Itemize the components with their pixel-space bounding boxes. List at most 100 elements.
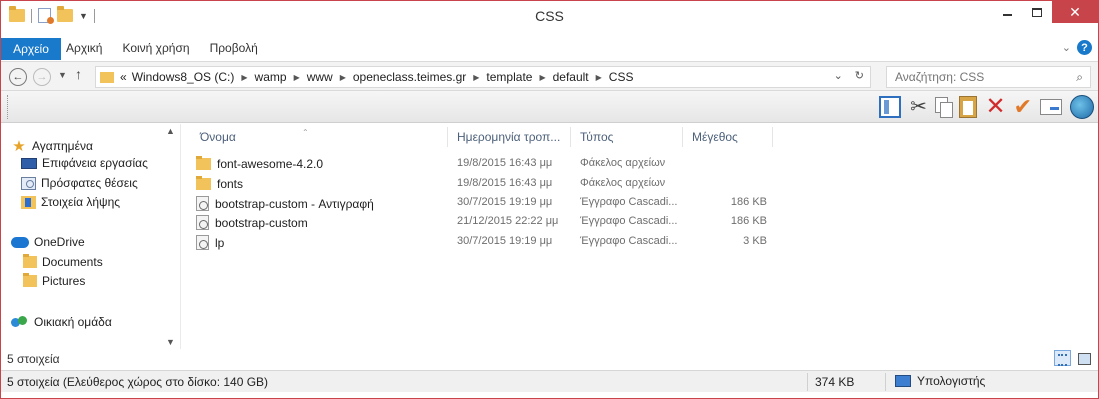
file-row[interactable]: bootstrap-custom - Αντιγραφή 30/7/2015 1… <box>196 193 796 212</box>
chevron-right-icon[interactable]: ▶ <box>241 73 247 82</box>
forward-button[interactable]: → <box>33 68 51 86</box>
sidebar-item-pictures[interactable]: Pictures <box>23 273 85 288</box>
breadcrumb-item[interactable]: openeclass.teimes.gr <box>353 70 466 84</box>
breadcrumb-item[interactable]: www <box>307 70 333 84</box>
address-bar[interactable]: « Windows8_OS (C:) ▶ wamp ▶ www ▶ openec… <box>95 66 871 88</box>
layout-pane-icon[interactable] <box>879 95 902 118</box>
window-title: CSS <box>535 8 564 24</box>
file-date: 30/7/2015 19:19 μμ <box>457 235 553 247</box>
back-button[interactable]: ← <box>9 68 27 86</box>
large-icons-view-icon[interactable] <box>1075 350 1092 366</box>
maximize-button[interactable] <box>1022 1 1052 23</box>
status-bar: 5 στοιχεία (Ελεύθερος χώρος στο δίσκο: 1… <box>1 370 1098 392</box>
column-header-type[interactable]: Τύπος <box>580 130 613 144</box>
file-size: 186 KB <box>730 215 767 227</box>
address-dropdown-icon[interactable]: ⌄ <box>834 69 843 82</box>
sidebar-item-label: OneDrive <box>34 235 85 249</box>
file-name-cell: font-awesome-4.2.0 <box>196 156 323 171</box>
breadcrumb-item[interactable]: wamp <box>255 70 287 84</box>
status-free-space: 5 στοιχεία (Ελεύθερος χώρος στο δίσκο: 1… <box>7 375 269 389</box>
sidebar-item-label: Οικιακή ομάδα <box>34 315 112 329</box>
tab-file[interactable]: Αρχείο <box>1 38 61 60</box>
sidebar-item-favorites[interactable]: ★ Αγαπημένα <box>11 137 93 155</box>
refresh-icon[interactable]: ↻ <box>855 69 864 82</box>
css-file-icon <box>196 215 209 230</box>
folder-icon <box>196 176 211 190</box>
column-header-size[interactable]: Μέγεθος <box>692 130 738 144</box>
cut-icon[interactable]: ✂ <box>909 94 927 119</box>
chevron-down-icon[interactable]: ▼ <box>166 337 175 347</box>
column-header-name[interactable]: Όνομα ⌃ <box>200 128 309 144</box>
column-divider[interactable] <box>772 127 773 147</box>
breadcrumb-item[interactable]: Windows8_OS (C:) <box>132 70 235 84</box>
tab-view[interactable]: Προβολή <box>210 41 258 55</box>
chevron-right-icon[interactable]: ▶ <box>539 73 545 82</box>
tab-share[interactable]: Κοινή χρήση <box>122 41 189 55</box>
file-name: bootstrap-custom <box>215 215 308 230</box>
breadcrumb-item[interactable]: CSS <box>609 70 634 84</box>
css-file-icon <box>196 235 209 250</box>
breadcrumb-item[interactable]: default <box>553 70 589 84</box>
file-row[interactable]: font-awesome-4.2.0 19/8/2015 16:43 μμ Φά… <box>196 154 796 173</box>
chevron-up-icon[interactable]: ▲ <box>166 126 175 136</box>
file-type: Έγγραφο Cascadi... <box>580 235 678 247</box>
chevron-right-icon[interactable]: ▶ <box>473 73 479 82</box>
sidebar-item-homegroup[interactable]: Οικιακή ομάδα <box>11 315 112 329</box>
file-row[interactable]: lp 30/7/2015 19:19 μμ Έγγραφο Cascadi...… <box>196 232 796 251</box>
sidebar-item-desktop[interactable]: Επιφάνεια εργασίας <box>21 156 161 170</box>
up-button[interactable]: ↑ <box>75 66 82 82</box>
file-name-cell: bootstrap-custom <box>196 215 308 230</box>
folder-icon <box>100 71 114 83</box>
recent-locations-button[interactable]: ▼ <box>58 70 67 80</box>
file-list: Όνομα ⌃ Ημερομηνία τροπ... Τύπος Μέγεθος… <box>182 124 1098 349</box>
title-bar: ▼ CSS ✕ <box>1 1 1098 31</box>
delete-icon[interactable]: ✕ <box>985 94 1005 118</box>
chevron-right-icon[interactable]: ▶ <box>596 73 602 82</box>
search-box[interactable]: ⌕ <box>886 66 1091 88</box>
search-icon[interactable]: ⌕ <box>1076 70 1083 85</box>
minimize-button[interactable] <box>992 1 1022 23</box>
sidebar-item-recent-places[interactable]: Πρόσφατες θέσεις <box>21 176 161 190</box>
status-location: Υπολογιστής <box>895 374 985 388</box>
column-divider[interactable] <box>682 127 683 147</box>
column-divider[interactable] <box>447 127 448 147</box>
close-button[interactable]: ✕ <box>1052 1 1098 23</box>
sidebar-item-documents[interactable]: Documents <box>23 254 103 269</box>
details-view-icon[interactable] <box>1054 350 1071 366</box>
file-name: lp <box>215 235 225 250</box>
breadcrumb-item[interactable]: template <box>486 70 532 84</box>
chevron-right-icon[interactable]: ▶ <box>340 73 346 82</box>
desktop-icon <box>21 157 37 169</box>
sidebar-item-onedrive[interactable]: OneDrive <box>11 235 85 249</box>
navigation-pane: ★ Αγαπημένα Επιφάνεια εργασίας Πρόσφατες… <box>1 124 181 349</box>
column-header-date[interactable]: Ημερομηνία τροπ... <box>457 130 560 144</box>
breadcrumb-overflow[interactable]: « <box>120 70 127 84</box>
file-name: fonts <box>217 177 244 191</box>
file-row[interactable]: bootstrap-custom 21/12/2015 22:22 μμ Έγγ… <box>196 212 796 231</box>
checkmark-icon[interactable]: ✔ <box>1014 95 1032 118</box>
copy-icon[interactable] <box>935 96 954 118</box>
item-count: 5 στοιχεία <box>7 352 60 366</box>
sidebar-scrollbar[interactable]: ▲ ▼ <box>163 124 179 349</box>
ribbon-right: ⌄ ? <box>1062 40 1092 55</box>
sidebar-item-label: Αγαπημένα <box>32 139 93 153</box>
shell-icon[interactable] <box>1070 94 1094 119</box>
folder-icon <box>196 156 211 170</box>
help-icon[interactable]: ? <box>1077 40 1092 55</box>
address-row: ← → ▼ ↑ « Windows8_OS (C:) ▶ wamp ▶ www … <box>1 61 1098 91</box>
search-input[interactable] <box>887 67 1057 87</box>
tab-home[interactable]: Αρχική <box>66 41 102 55</box>
paste-icon[interactable] <box>959 95 978 118</box>
column-divider[interactable] <box>570 127 571 147</box>
expand-ribbon-icon[interactable]: ⌄ <box>1062 41 1071 54</box>
chevron-right-icon[interactable]: ▶ <box>294 73 300 82</box>
properties-icon[interactable] <box>1040 98 1062 115</box>
toolbar-grip[interactable] <box>7 95 9 119</box>
sidebar-item-downloads[interactable]: Στοιχεία λήψης <box>21 195 161 209</box>
column-header-label: Όνομα <box>200 130 236 144</box>
breadcrumb: « Windows8_OS (C:) ▶ wamp ▶ www ▶ openec… <box>120 70 633 84</box>
homegroup-icon <box>11 315 29 329</box>
ribbon-tabs: Αρχείο Αρχική Κοινή χρήση Προβολή ⌄ ? <box>1 38 1098 60</box>
file-name-cell: fonts <box>196 176 244 191</box>
file-row[interactable]: fonts 19/8/2015 16:43 μμ Φάκελος αρχείων <box>196 174 796 193</box>
